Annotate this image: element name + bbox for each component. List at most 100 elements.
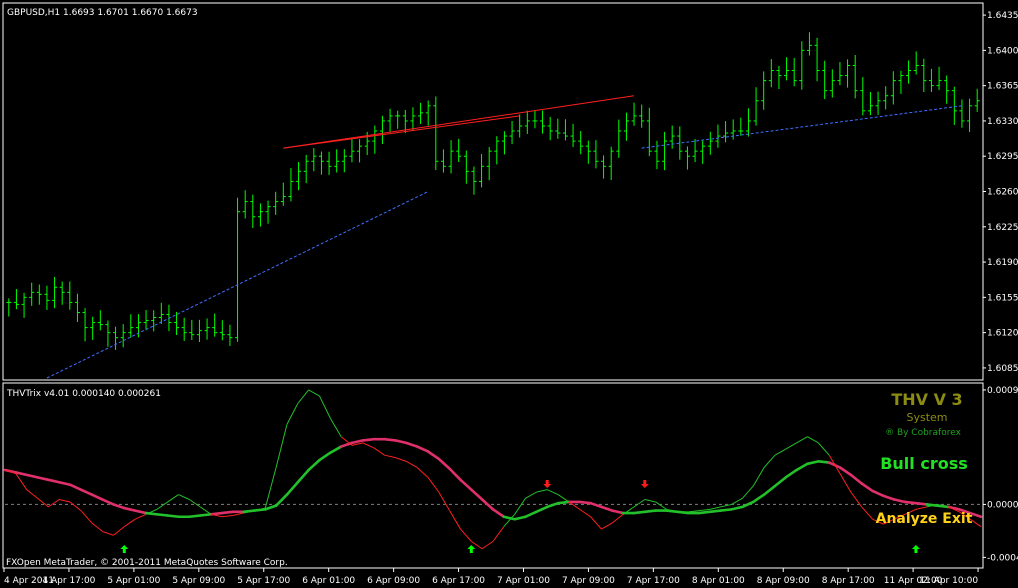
candle	[418, 102, 424, 125]
trix-fast-segment	[481, 540, 494, 550]
candle	[608, 146, 614, 180]
analyze-exit-label: Analyze Exit	[876, 511, 973, 527]
trendline-solid	[283, 115, 520, 149]
candle	[547, 116, 553, 141]
trix-fast-segment	[15, 473, 28, 490]
candle	[509, 120, 515, 145]
candle	[707, 131, 713, 155]
candle	[631, 102, 637, 126]
candle	[74, 293, 80, 322]
time-x-tick-label: 5 Apr 17:00	[237, 576, 290, 586]
trix-signal-segment	[14, 471, 28, 477]
trix-fast-segment	[807, 436, 819, 444]
candle	[486, 146, 492, 181]
time-x-tick-label: 7 Apr 01:00	[497, 576, 550, 586]
price-y-tick-label: 1.6400	[987, 46, 1018, 56]
candle	[913, 51, 919, 75]
trix-fast-segment	[308, 389, 320, 397]
trix-signal-segment	[730, 505, 744, 511]
candle	[67, 281, 73, 310]
trix-signal-segment	[36, 476, 50, 482]
trix-fast-segment	[124, 518, 136, 528]
trix-fast-segment	[460, 528, 472, 542]
candle	[113, 326, 119, 350]
trix-signal-segment	[361, 437, 376, 442]
candle	[318, 151, 324, 175]
candle	[334, 149, 340, 173]
candle	[349, 139, 355, 163]
candle	[875, 91, 881, 115]
candle	[837, 62, 843, 86]
candle	[303, 154, 309, 184]
price-panel-frame	[2, 2, 984, 381]
candle	[524, 110, 530, 134]
trix-signal-segment	[795, 462, 809, 472]
candle	[883, 86, 889, 110]
trix-signal-segment	[600, 505, 614, 512]
trix-fast-segment	[221, 515, 233, 518]
trix-fast-segment	[178, 494, 190, 500]
trix-signal-segment	[838, 466, 853, 477]
candle	[288, 168, 294, 202]
trix-signal-segment	[296, 468, 310, 484]
trix-fast-segment	[26, 489, 38, 499]
candle	[570, 123, 576, 148]
candle	[623, 112, 629, 141]
trix-signal-segment	[448, 467, 462, 482]
candle	[90, 316, 96, 340]
trix-fast-segment	[633, 499, 646, 508]
candle	[479, 154, 485, 188]
trix-signal-segment	[47, 478, 61, 484]
trix-signal-segment	[784, 468, 798, 479]
trix-signal-segment	[415, 445, 430, 453]
price-y-tick-label: 1.6330	[987, 117, 1018, 127]
thv-title: THV V 3	[891, 390, 962, 409]
indicator-plot-area[interactable]	[3, 389, 1018, 553]
arrow-down-icon	[543, 480, 552, 488]
trix-fast-segment	[37, 497, 49, 508]
candle	[242, 190, 248, 219]
candle	[753, 87, 759, 126]
trix-fast-segment	[405, 460, 418, 468]
candle	[29, 282, 35, 306]
candle	[662, 131, 668, 171]
trix-signal-segment	[751, 493, 766, 504]
thv-credit: ® By Cobraforex	[885, 428, 961, 438]
trix-fast-segment	[373, 447, 385, 456]
trix-signal-segment	[383, 437, 397, 442]
trix-signal-segment	[90, 493, 104, 501]
candle	[235, 197, 241, 342]
candle	[97, 310, 103, 331]
candle	[494, 136, 500, 165]
trix-fast-segment	[449, 510, 461, 530]
candle	[700, 140, 706, 164]
trix-fast-segment	[319, 395, 331, 419]
candle	[845, 59, 851, 88]
trix-fast-segment	[590, 516, 602, 530]
candle	[52, 276, 58, 309]
candle	[944, 75, 950, 104]
trix-signal-segment	[502, 515, 516, 521]
price-plot-area[interactable]	[6, 32, 980, 379]
trix-signal-segment	[437, 457, 451, 471]
trix-signal-segment	[882, 494, 896, 501]
candle	[852, 54, 858, 99]
trix-fast-segment	[69, 501, 82, 511]
candle	[684, 146, 690, 170]
indicator-y-tick-label: 0.0000	[987, 500, 1018, 510]
candle	[227, 324, 233, 346]
candle	[379, 115, 385, 144]
trix-fast-segment	[796, 436, 808, 444]
candle	[219, 320, 225, 341]
candle	[273, 191, 279, 215]
candle	[654, 140, 660, 170]
candle	[36, 284, 42, 305]
time-x-tick-label: 5 Apr 09:00	[172, 576, 225, 586]
arrow-down-icon	[640, 480, 649, 488]
candle	[784, 57, 790, 81]
candle	[890, 71, 896, 105]
price-y-tick-label: 1.6190	[987, 258, 1018, 268]
price-panel-header: GBPUSD,H1 1.6693 1.6701 1.6670 1.6673	[7, 8, 198, 18]
candle	[13, 289, 19, 310]
trix-signal-segment	[155, 512, 169, 517]
